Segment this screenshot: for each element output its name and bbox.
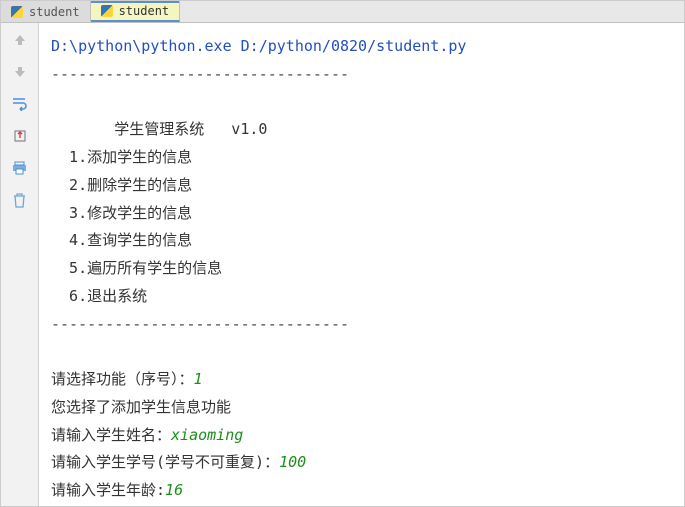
- separator: ---------------------------------: [51, 315, 349, 333]
- tab-bar: student student: [1, 1, 684, 23]
- tab-student-2[interactable]: student: [91, 1, 181, 22]
- input-age: 16: [165, 481, 183, 499]
- trash-icon[interactable]: [11, 191, 29, 209]
- menu-item-2: 2.删除学生的信息: [51, 176, 192, 194]
- prompt-id: 请输入学生学号(学号不可重复)：: [51, 453, 279, 471]
- menu-item-6: 6.退出系统: [51, 287, 147, 305]
- print-icon[interactable]: [11, 159, 29, 177]
- console-output[interactable]: D:\python\python.exe D:/python/0820/stud…: [39, 23, 684, 506]
- export-icon[interactable]: [11, 127, 29, 145]
- menu-item-1: 1.添加学生的信息: [51, 148, 192, 166]
- input-name: xiaoming: [171, 426, 243, 444]
- menu-item-5: 5.遍历所有学生的信息: [51, 259, 222, 277]
- prompt-age: 请输入学生年龄:: [51, 481, 165, 499]
- tab-label: student: [119, 4, 170, 18]
- input-select: 1: [194, 370, 203, 388]
- gutter-toolbar: [1, 23, 39, 506]
- separator: ---------------------------------: [51, 65, 349, 83]
- wrap-icon[interactable]: [11, 95, 29, 113]
- prompt-select: 请选择功能（序号）：: [51, 370, 194, 388]
- input-id: 100: [279, 453, 306, 471]
- system-title: 学生管理系统 v1.0: [51, 120, 267, 138]
- command-line: D:\python\python.exe D:/python/0820/stud…: [51, 37, 466, 55]
- arrow-down-icon[interactable]: [11, 63, 29, 81]
- python-icon: [101, 5, 113, 17]
- prompt-name: 请输入学生姓名：: [51, 426, 171, 444]
- menu-item-3: 3.修改学生的信息: [51, 204, 192, 222]
- arrow-up-icon[interactable]: [11, 31, 29, 49]
- tab-label: student: [29, 5, 80, 19]
- main-area: D:\python\python.exe D:/python/0820/stud…: [1, 23, 684, 506]
- python-icon: [11, 6, 23, 18]
- selected-message: 您选择了添加学生信息功能: [51, 398, 231, 416]
- tab-student-1[interactable]: student: [1, 1, 91, 22]
- menu-item-4: 4.查询学生的信息: [51, 231, 192, 249]
